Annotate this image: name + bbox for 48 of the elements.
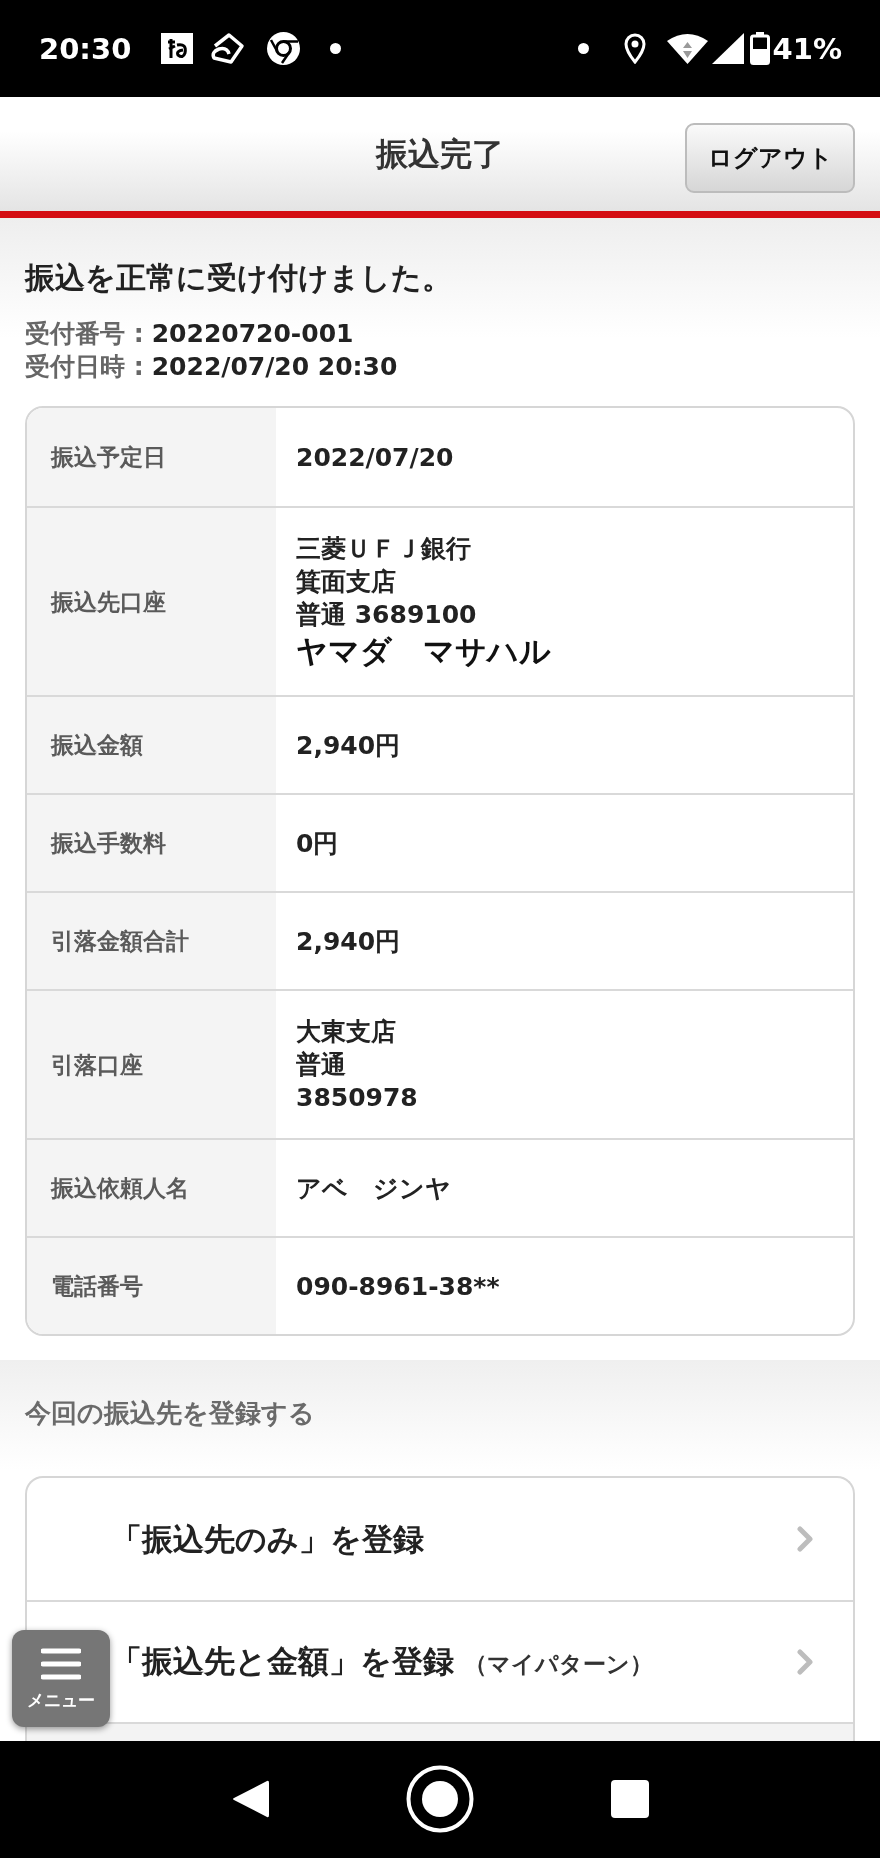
row-label: 電話番号: [27, 1238, 276, 1334]
receipt-label: 受付日時 :: [25, 351, 144, 383]
receipt-label: 受付番号 :: [25, 318, 144, 350]
row-value: 大東支店: [296, 1016, 396, 1048]
chevron-right-icon: [797, 1649, 813, 1675]
row-value: 090-8961-38**: [296, 1270, 500, 1303]
section-heading: 今回の振込先を登録する: [25, 1397, 316, 1430]
row-label: 振込先口座: [27, 508, 276, 695]
dot-icon: [330, 43, 342, 54]
battery-percent: 41%: [772, 31, 842, 66]
page-title: 振込完了: [376, 134, 504, 174]
row-value: 箕面支店: [296, 566, 396, 598]
chevron-right-icon: [797, 1526, 813, 1552]
row-label: 振込金額: [27, 697, 276, 793]
row-value: 普通 3689100: [296, 599, 477, 631]
register-option[interactable]: 「振込先のみ」を登録: [27, 1478, 853, 1600]
dot-icon: [577, 43, 589, 54]
battery-icon: [749, 32, 770, 65]
circle-icon: [267, 32, 301, 65]
row-label: 引落口座: [27, 991, 276, 1138]
row-value: 3850978: [296, 1082, 418, 1114]
wifi-icon: [666, 33, 708, 64]
row-label: 振込手数料: [27, 795, 276, 891]
row-value: 三菱ＵＦＪ銀行: [296, 533, 471, 565]
status-time: 20:30: [39, 31, 132, 66]
menu-button[interactable]: メニュー: [12, 1630, 110, 1727]
receipt-value: 2022/07/20 20:30: [151, 351, 398, 383]
menu-icon: [41, 1647, 81, 1680]
row-value: 2,940円: [296, 729, 401, 762]
row-label: 振込依頼人名: [27, 1140, 276, 1236]
row-value: 0円: [296, 827, 339, 860]
row-value: 2022/07/20: [296, 441, 454, 474]
signal-icon: [711, 33, 744, 64]
back-icon[interactable]: [231, 1778, 269, 1819]
home-icon[interactable]: [405, 1764, 474, 1833]
payee-name: ヤマダ マサハル: [296, 632, 551, 671]
row-label: 振込予定日: [27, 408, 276, 506]
app-tile-icon: [161, 33, 194, 64]
row-value: 普通: [296, 1049, 346, 1081]
recents-icon[interactable]: [610, 1779, 649, 1818]
logout-button[interactable]: ログアウト: [685, 123, 855, 193]
completion-message: 振込を正常に受け付けました。: [25, 260, 453, 296]
row-label: 引落金額合計: [27, 893, 276, 989]
location-pin-icon: [623, 33, 646, 64]
receipt-value: 20220720-001: [151, 318, 354, 350]
row-value: 2,940円: [296, 925, 401, 958]
outline-shape-icon: [209, 32, 246, 65]
row-value: アベ ジンヤ: [296, 1172, 451, 1205]
